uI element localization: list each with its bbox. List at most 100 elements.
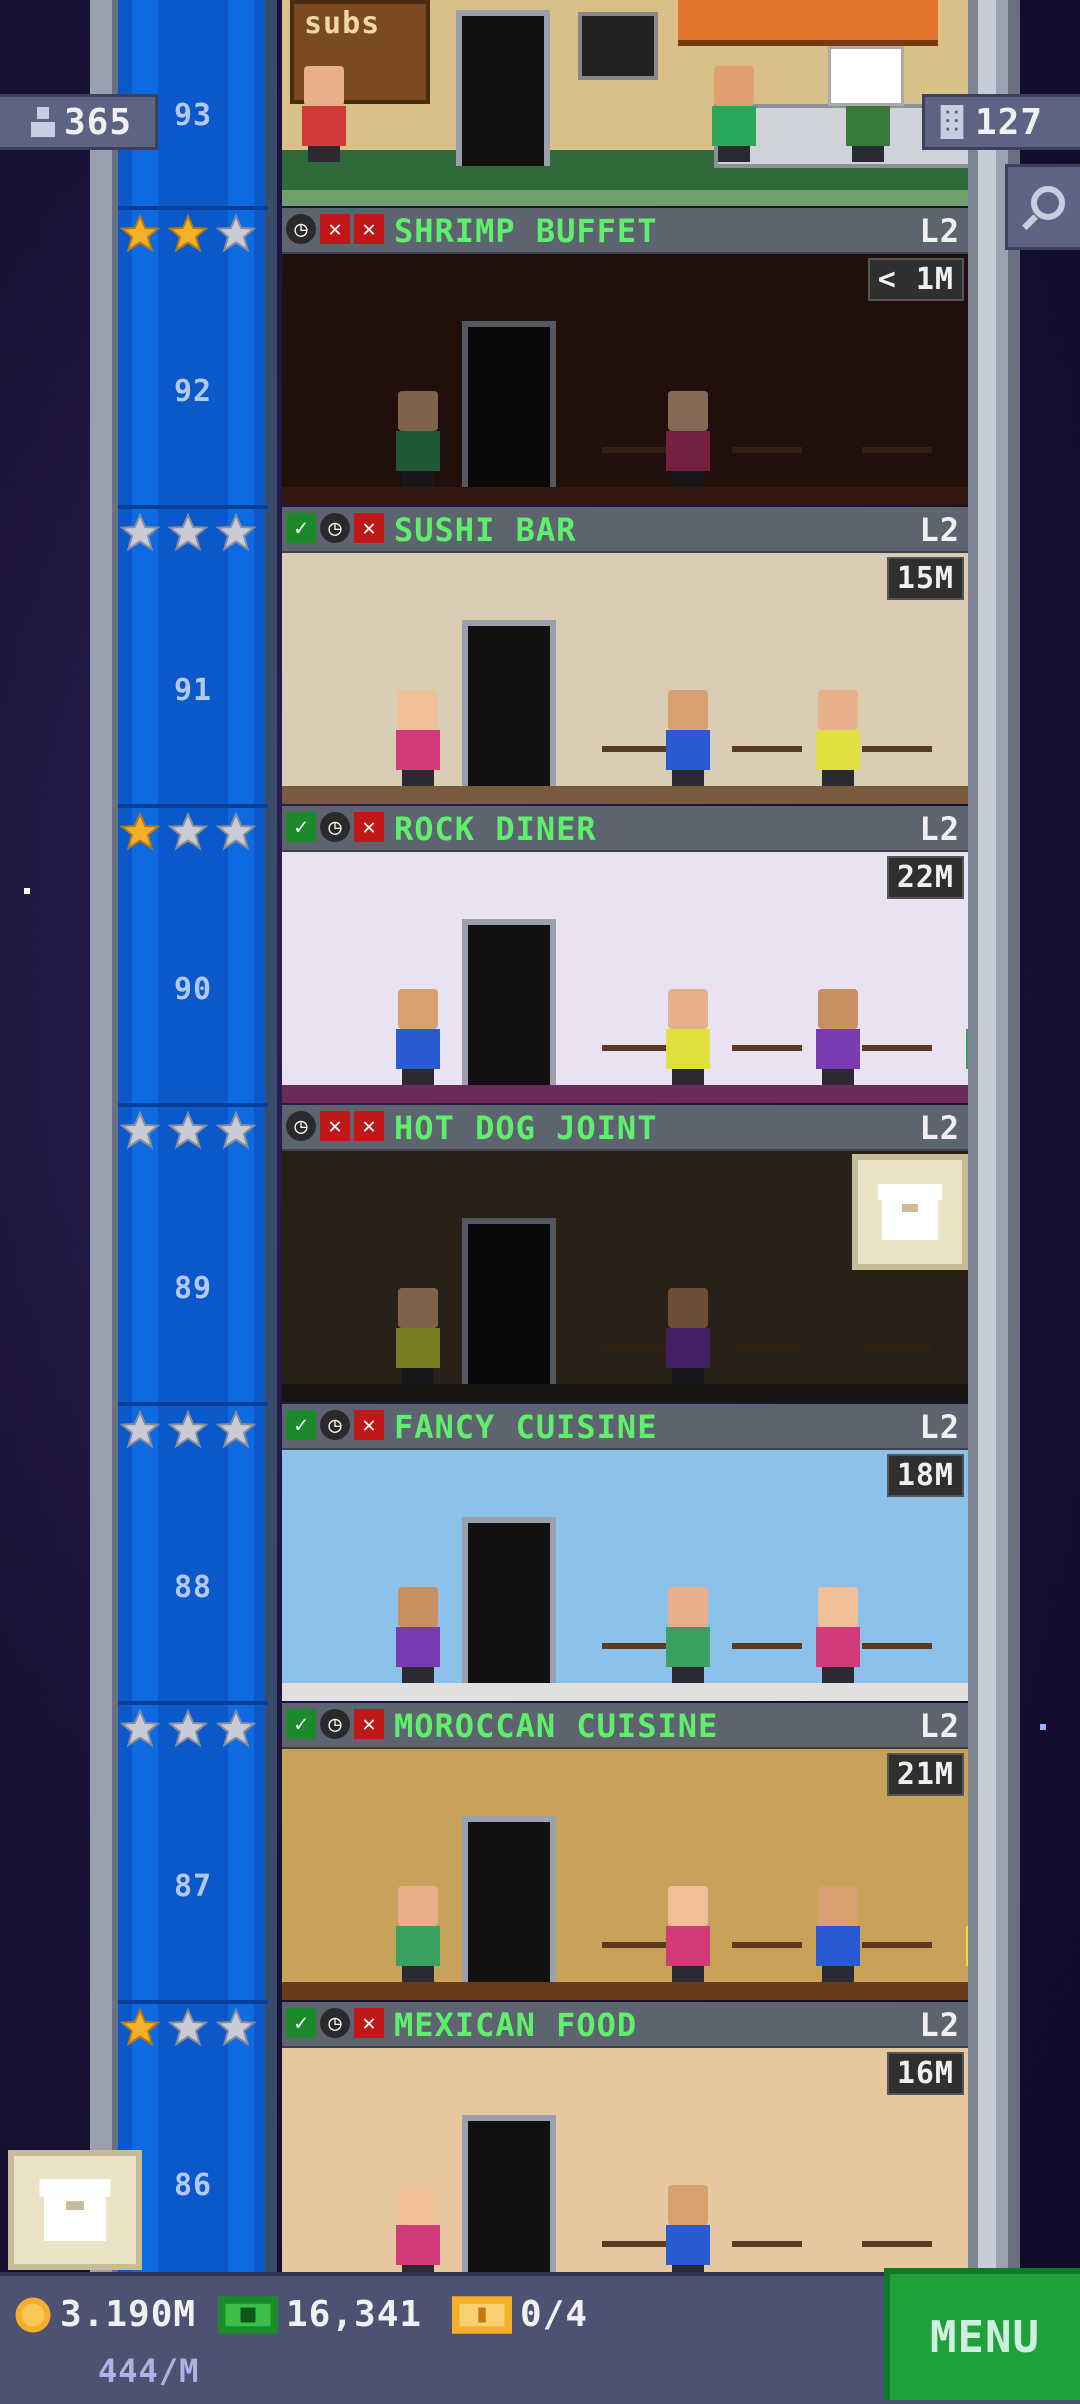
customer[interactable] [392, 1886, 444, 1982]
floor-number: 90 [173, 972, 213, 1007]
customer[interactable] [708, 66, 760, 162]
customer[interactable] [662, 391, 714, 487]
floor-number: 87 [173, 1869, 213, 1904]
doorway [462, 1218, 556, 1384]
bux-stat[interactable]: 16,341 [218, 2294, 422, 2335]
table [732, 1344, 802, 1384]
customer[interactable] [812, 1886, 864, 1982]
customer[interactable] [662, 1587, 714, 1683]
business-level: L2 [919, 810, 960, 848]
floor-88[interactable]: 88 ✓ ◷ ✕ FANCY CUISINE L2 18M [90, 1402, 1020, 1701]
customer[interactable] [392, 2185, 444, 2281]
room-moroccan-cuisine[interactable] [282, 1749, 968, 2000]
table [732, 1045, 802, 1085]
crate-icon [878, 1184, 942, 1240]
doorway [456, 10, 550, 166]
business-price-tag: 15M [886, 557, 964, 600]
stock-status-icons: ✓ ◷ ✕ [286, 1410, 384, 1440]
shaft-divider [118, 505, 268, 509]
floor-86[interactable]: 86 ✓ ◷ ✕ MEXICAN FOOD L2 16M [90, 2000, 1020, 2299]
room-shrimp-buffet[interactable] [282, 254, 968, 505]
floor-93[interactable]: 93 SUBS [90, 0, 1020, 206]
business-price-tag: 16M [886, 2052, 964, 2095]
room-sushi-bar[interactable] [282, 553, 968, 804]
room-fancy-cuisine[interactable] [282, 1450, 968, 1701]
gold-star-icon [120, 812, 160, 851]
rating-stars [120, 1709, 256, 1749]
customer[interactable] [812, 690, 864, 786]
sub-shop-room[interactable]: SUBS [282, 0, 968, 206]
magnifier-icon [1022, 186, 1065, 231]
rating-stars [120, 1410, 256, 1450]
customer[interactable] [392, 989, 444, 1085]
room-mexican-food[interactable] [282, 2048, 968, 2299]
business-banner-moroccan-cuisine[interactable]: ✓ ◷ ✕ MOROCCAN CUISINE L2 [282, 1703, 968, 1751]
floor-87[interactable]: 87 ✓ ◷ ✕ MOROCCAN CUISINE L2 21M [90, 1701, 1020, 2000]
rating-stars [120, 1111, 256, 1151]
business-level: L2 [919, 511, 960, 549]
business-level: L2 [919, 2006, 960, 2044]
business-banner-mexican-food[interactable]: ✓ ◷ ✕ MEXICAN FOOD L2 [282, 2002, 968, 2050]
rating-stars [120, 513, 256, 553]
population-badge[interactable]: 365 [0, 94, 158, 150]
floor-number: 88 [173, 1570, 213, 1605]
table [862, 1643, 932, 1683]
customer[interactable] [392, 1587, 444, 1683]
silver-star-icon [120, 1111, 160, 1150]
stocked-check-icon: ✓ [286, 1709, 316, 1739]
customer[interactable] [392, 391, 444, 487]
out-of-stock-icon: ✕ [320, 214, 350, 244]
business-banner-hot-dog-joint[interactable]: ◷ ✕ ✕ HOT DOG JOINT L2 [282, 1105, 968, 1153]
doorway [462, 1517, 556, 1683]
out-of-stock-icon: ✕ [354, 1410, 384, 1440]
floor-number: 89 [173, 1271, 213, 1306]
stock-status-icons: ✓ ◷ ✕ [286, 812, 384, 842]
customer[interactable] [812, 1587, 864, 1683]
table [862, 1045, 932, 1085]
business-banner-fancy-cuisine[interactable]: ✓ ◷ ✕ FANCY CUISINE L2 [282, 1404, 968, 1452]
coins-stat[interactable]: 3.190M [14, 2294, 196, 2335]
customer[interactable] [662, 690, 714, 786]
crate-icon [39, 2179, 111, 2241]
customer[interactable] [962, 1886, 968, 1982]
shop-sign-text: SUBS [304, 6, 381, 41]
floor-count-badge[interactable]: 127 [922, 94, 1080, 150]
tickets-stat[interactable]: 0/4 [452, 2294, 588, 2335]
restock-crate-button[interactable] [8, 2150, 142, 2270]
customer[interactable] [812, 989, 864, 1085]
gold-star-icon [168, 214, 208, 253]
business-name: FANCY CUISINE [394, 1408, 658, 1446]
rating-stars [120, 214, 256, 254]
floor-90[interactable]: 90 ✓ ◷ ✕ ROCK DINER L2 22M [90, 804, 1020, 1103]
speech-bubble[interactable] [828, 46, 904, 106]
menu-button[interactable]: MENU [884, 2268, 1080, 2400]
business-level: L2 [919, 1109, 960, 1147]
business-banner-sushi-bar[interactable]: ✓ ◷ ✕ SUSHI BAR L2 [282, 507, 968, 555]
table [862, 1344, 932, 1384]
customer[interactable] [662, 1886, 714, 1982]
silver-star-icon [168, 812, 208, 851]
customer[interactable] [662, 1288, 714, 1384]
customer[interactable] [962, 989, 968, 1085]
stocked-check-icon: ✓ [286, 513, 316, 543]
shaft-divider [118, 1701, 268, 1705]
customer[interactable] [662, 2185, 714, 2281]
doorway [462, 2115, 556, 2281]
shaft-divider [118, 1402, 268, 1406]
table [732, 746, 802, 786]
silver-star-icon [120, 1709, 160, 1748]
customer[interactable] [298, 66, 350, 162]
room-rock-diner[interactable] [282, 852, 968, 1103]
search-button[interactable] [1005, 164, 1080, 250]
business-banner-rock-diner[interactable]: ✓ ◷ ✕ ROCK DINER L2 [282, 806, 968, 854]
doorway [462, 1816, 556, 1982]
floor-92[interactable]: 92 ◷ ✕ ✕ SHRIMP BUFFET L2 < 1M [90, 206, 1020, 505]
customer[interactable] [392, 1288, 444, 1384]
table [732, 1942, 802, 1982]
floor-91[interactable]: 91 ✓ ◷ ✕ SUSHI BAR L2 15M [90, 505, 1020, 804]
customer[interactable] [662, 989, 714, 1085]
business-banner-shrimp-buffet[interactable]: ◷ ✕ ✕ SHRIMP BUFFET L2 [282, 208, 968, 256]
customer[interactable] [392, 690, 444, 786]
hot-dog-joint-stock-crate-button[interactable] [852, 1154, 968, 1270]
doorway [462, 321, 556, 487]
